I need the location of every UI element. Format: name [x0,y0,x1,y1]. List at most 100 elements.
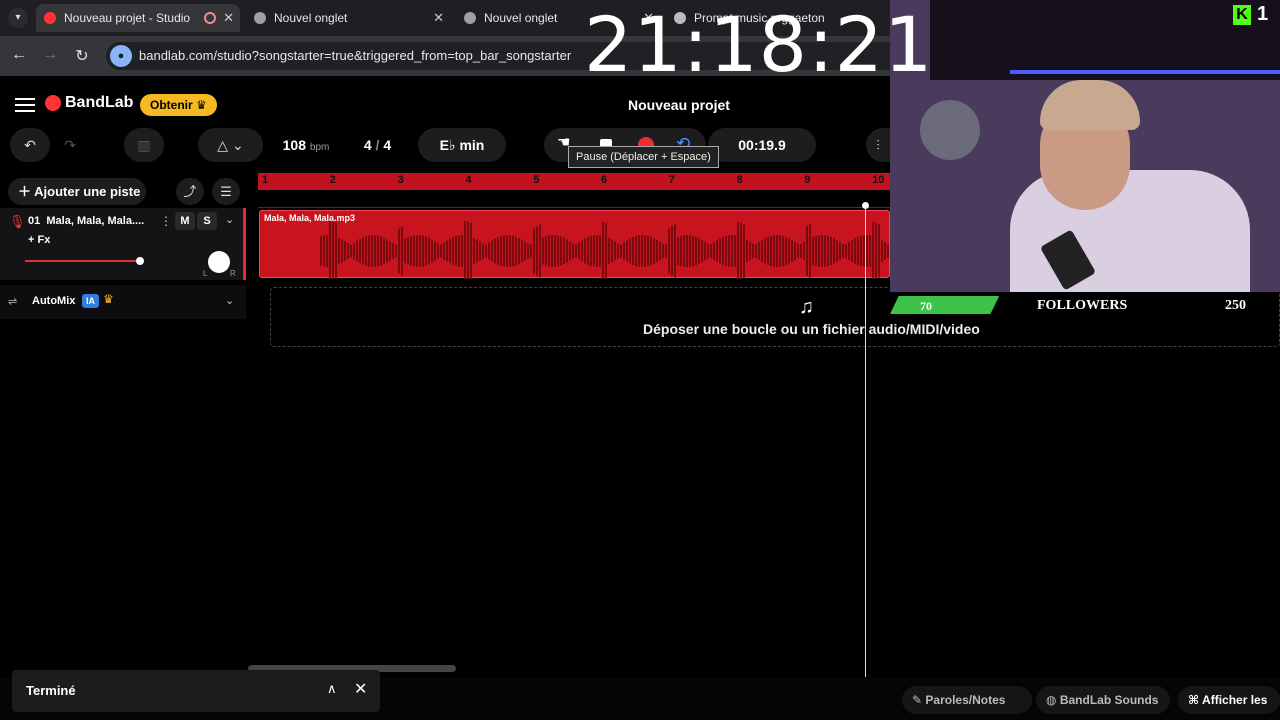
waveform-bar [584,238,586,264]
lyrics-button[interactable]: ✎ Paroles/Notes [902,686,1032,714]
fx-button[interactable]: + Fx [28,234,50,246]
close-tab-icon[interactable]: ✕ [223,4,234,32]
waveform-bar [632,237,634,265]
waveform-bar [566,239,568,263]
more-icon[interactable]: ⋮ [160,214,172,228]
waveform-bar [521,239,523,263]
pan-knob[interactable] [208,251,230,273]
followers-target: 250 [1225,298,1246,313]
undo-icon: ↶ [24,137,36,153]
track-settings-button[interactable]: ☰ [212,178,240,205]
waveform-bar [422,235,424,267]
tempo-field[interactable]: 108 bpm [266,128,346,162]
tab-new-1[interactable]: Nouvel onglet ✕ [246,4,450,32]
recording-icon [204,12,216,24]
waveform-bar [671,226,673,276]
undo-button[interactable]: ↶ [10,128,50,162]
automation-button[interactable]: ⤴ [176,178,204,205]
timeline-subruler[interactable] [258,190,890,208]
close-icon[interactable]: ✕ [354,679,367,699]
waveform-bar [539,224,541,278]
waveform-bar [725,235,727,267]
waveform-bar [668,228,670,274]
waveform-bar [527,243,529,259]
back-icon[interactable]: ← [9,46,29,64]
redo-button[interactable]: ↷ [50,128,90,162]
volume-handle[interactable] [136,257,144,265]
waveform-bar [425,236,427,266]
waveform-bar [449,238,451,264]
waveform-bar [875,222,877,279]
feather-icon: ✎ [912,693,926,707]
waveform-bar [329,221,331,279]
automix-row[interactable]: ⇌ AutoMix IA ♛ ⌄ [0,285,246,319]
menu-icon[interactable] [15,98,35,112]
automation-icon: ⤴ [183,184,197,199]
waveform-bar [365,236,367,266]
waveform-bar [377,235,379,267]
track-header[interactable]: 🎙 01 Mala, Mala, Mala.... ⋮ M S ⌄ + Fx L… [0,208,246,280]
keyboard-button[interactable]: ▥ [124,128,164,162]
waveform-bar [332,221,334,279]
waveform-bar [854,238,856,264]
waveform-bar [548,235,550,267]
waveform-bar [518,237,520,265]
followers-progress-fill [890,296,1000,314]
sliders-icon: ☰ [220,184,232,199]
waveform-bar [581,240,583,262]
mute-button[interactable]: M [175,212,195,230]
waveform-bar [734,235,736,267]
chevron-up-icon[interactable]: ∧ [327,681,337,697]
playhead[interactable] [865,205,866,677]
playhead-handle[interactable] [862,202,869,209]
waveform-bar [533,228,535,274]
waveform-bar [800,243,802,259]
waveform-bar [599,235,601,267]
waveform-bar [674,224,676,278]
bandlab-logo[interactable]: BandLab [45,94,133,112]
waveform-bar [578,242,580,260]
waveform-bar [776,235,778,267]
waveform-bar [869,235,871,267]
waveform-bar [452,237,454,265]
shortcuts-button[interactable]: ⌘ Afficher les [1178,686,1280,714]
waveform-bar [635,236,637,266]
chevron-down-icon[interactable]: ⌄ [225,213,234,226]
waveform-bar [815,235,817,267]
volume-slider[interactable] [25,257,144,265]
waveform-bar [485,244,487,258]
project-title[interactable]: Nouveau projet [628,97,730,113]
tempo-unit: bpm [309,142,330,153]
solo-button[interactable]: S [197,212,217,230]
close-tab-icon[interactable]: ✕ [433,4,444,32]
waveform-bar [650,236,652,266]
get-membership-button[interactable]: Obtenir ♛ [140,94,217,116]
tab-title: Nouvel onglet [484,11,558,25]
audio-region[interactable]: Mala, Mala, Mala.mp3 [259,210,891,279]
waveform-bar [764,238,766,264]
tab-studio[interactable]: Nouveau projet - Studio ✕ [36,4,240,32]
reload-icon[interactable]: ↻ [72,46,92,66]
waveform [320,221,891,279]
waveform-bar [641,235,643,267]
time-display: 00:19.9 [708,128,816,162]
tab-search-icon[interactable]: ▾ [8,8,28,28]
ai-badge: IA [82,294,99,308]
add-music-icon: ♫ [799,296,814,318]
metronome-button[interactable]: △ ⌄ [198,128,263,162]
crown-icon: ♛ [196,98,207,112]
microphone-icon[interactable]: ● [110,45,132,67]
track-title[interactable]: 01 Mala, Mala, Mala.... [28,215,144,227]
add-track-button[interactable]: ＋ Ajouter une piste [8,178,146,205]
time-signature[interactable]: 4 / 4 [350,128,405,162]
key-button[interactable]: E♭ min [418,128,506,162]
chevron-down-icon[interactable]: ⌄ [225,294,234,307]
waveform-bar [794,241,796,261]
forward-icon[interactable]: → [40,46,60,64]
waveform-bar [653,238,655,264]
sounds-button[interactable]: ◍ BandLab Sounds [1036,686,1170,714]
waveform-bar [482,243,484,259]
timeline-ruler[interactable]: 1 2 3 4 5 6 7 8 9 10 [258,173,890,190]
waveform-bar [662,243,664,259]
mixer-button[interactable]: ⫶ [866,128,890,162]
